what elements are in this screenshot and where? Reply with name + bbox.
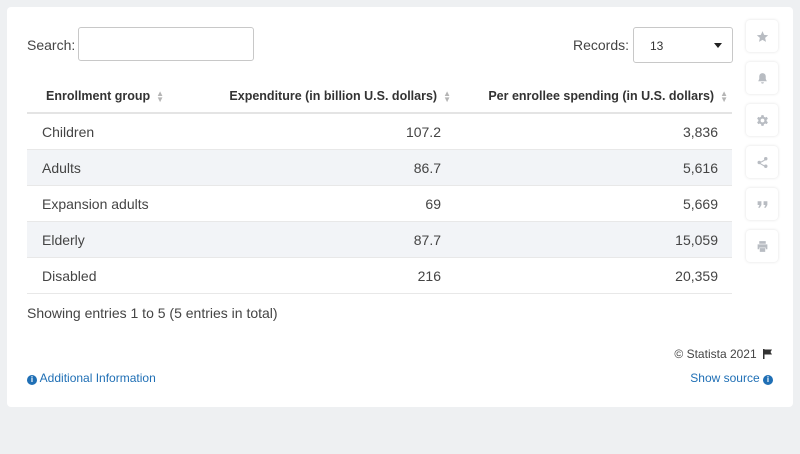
print-button[interactable] — [746, 230, 778, 262]
gear-icon — [756, 114, 768, 126]
table-cell-group: Disabled — [27, 257, 196, 294]
data-table: Enrollment group ▲ ▼ Expenditure (in billi… — [27, 80, 732, 294]
column-header-expenditure[interactable]: Expenditure (in billion U.S. dollars) ▲ ▼ — [196, 80, 455, 114]
records-select[interactable]: 13 — [633, 27, 733, 63]
column-header-per-enrollee-spending[interactable]: Per enrollee spending (in U.S. dollars) ▲… — [455, 80, 732, 114]
table-row: Expansion adults 69 5,669 — [27, 185, 732, 222]
additional-information-link[interactable]: i Additional Information — [27, 371, 156, 385]
table-cell-group: Children — [27, 113, 196, 150]
share-icon — [757, 156, 767, 168]
table-row: Adults 86.7 5,616 — [27, 149, 732, 186]
settings-button[interactable] — [746, 104, 778, 136]
sort-icon: ▲ ▼ — [720, 88, 728, 104]
table-cell-per-enrollee: 3,836 — [455, 113, 732, 150]
favorite-button[interactable] — [746, 20, 778, 52]
search-label: Search: — [27, 37, 76, 53]
table-cell-per-enrollee: 20,359 — [455, 257, 732, 294]
info-icon: i — [27, 375, 37, 385]
search-input[interactable] — [78, 27, 254, 61]
records-select-value: 13 — [650, 39, 664, 53]
table-cell-per-enrollee: 5,669 — [455, 185, 732, 222]
show-source-link[interactable]: Show source i — [690, 371, 773, 385]
info-icon: i — [763, 375, 773, 385]
table-row: Disabled 216 20,359 — [27, 257, 732, 294]
table-cell-group: Expansion adults — [27, 185, 196, 222]
copyright-notice: © Statista 2021 — [674, 347, 773, 361]
bell-icon — [757, 72, 767, 84]
table-cell-expenditure: 216 — [196, 257, 455, 294]
sort-icon: ▲ ▼ — [443, 88, 451, 104]
quote-icon — [757, 200, 767, 208]
sort-icon: ▲ ▼ — [156, 88, 165, 104]
column-header-enrollment-group[interactable]: Enrollment group ▲ ▼ — [27, 80, 196, 114]
print-icon — [757, 240, 767, 252]
table-cell-group: Elderly — [27, 221, 196, 258]
statistic-card: Search: Records: 13 Enrollment group ▲ ▼ E… — [7, 7, 793, 407]
table-cell-expenditure: 69 — [196, 185, 455, 222]
table-row: Children 107.2 3,836 — [27, 113, 732, 150]
chevron-down-icon — [714, 43, 722, 48]
share-button[interactable] — [746, 146, 778, 178]
table-cell-per-enrollee: 15,059 — [455, 221, 732, 258]
notification-button[interactable] — [746, 62, 778, 94]
table-cell-expenditure: 86.7 — [196, 149, 455, 186]
flag-icon[interactable] — [763, 349, 773, 359]
star-icon — [756, 30, 768, 42]
table-row: Elderly 87.7 15,059 — [27, 221, 732, 258]
records-label: Records: — [573, 37, 630, 53]
copyright-text: © Statista 2021 — [674, 347, 757, 361]
table-cell-per-enrollee: 5,616 — [455, 149, 732, 186]
table-cell-group: Adults — [27, 149, 196, 186]
entries-summary: Showing entries 1 to 5 (5 entries in tot… — [27, 305, 278, 321]
table-header-row: Enrollment group ▲ ▼ Expenditure (in billi… — [27, 80, 732, 114]
cite-button[interactable] — [746, 188, 778, 220]
table-cell-expenditure: 107.2 — [196, 113, 455, 150]
table-cell-expenditure: 87.7 — [196, 221, 455, 258]
